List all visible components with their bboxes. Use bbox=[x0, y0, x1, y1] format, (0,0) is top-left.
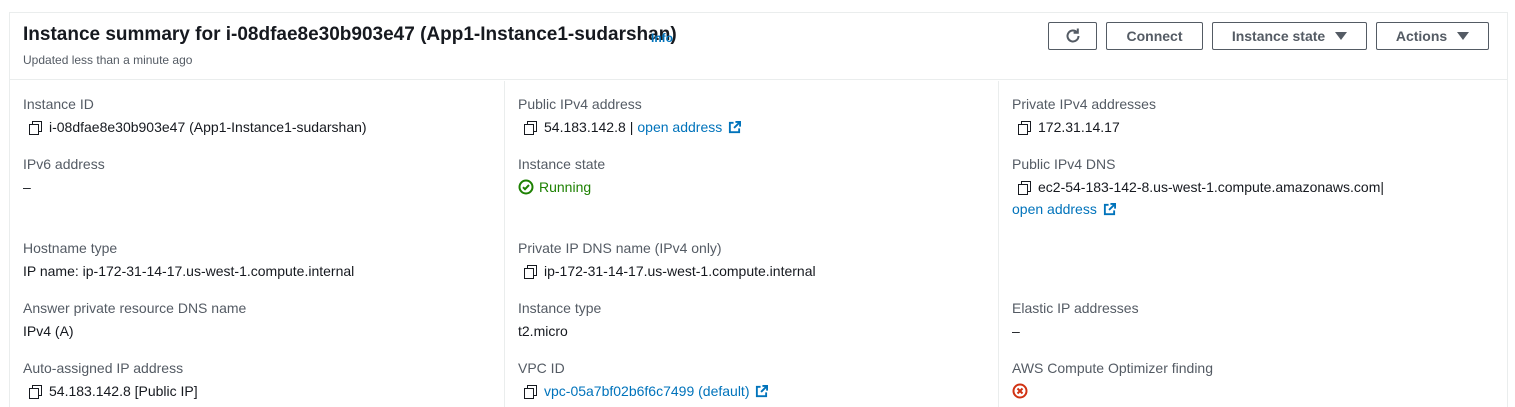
separator: | bbox=[629, 119, 634, 135]
connect-button[interactable]: Connect bbox=[1106, 22, 1203, 50]
external-link-icon[interactable] bbox=[1103, 202, 1116, 216]
instance-state-label: Instance state bbox=[1231, 28, 1326, 44]
field-label: Public IPv4 address bbox=[518, 96, 642, 112]
field-value: – bbox=[23, 179, 31, 195]
check-circle-icon bbox=[518, 179, 534, 195]
field-value: 172.31.14.17 bbox=[1038, 119, 1120, 135]
field-label: Answer private resource DNS name bbox=[23, 300, 247, 316]
details-column-1: Instance ID i-08dfae8e30b903e47 (App1-In… bbox=[10, 81, 504, 407]
vpc-link[interactable]: vpc-05a7bf02b6f6c7499 (default) bbox=[544, 383, 749, 399]
field-auto-ip: Auto-assigned IP address 54.183.142.8 [P… bbox=[23, 360, 198, 399]
details-column-2: Public IPv4 address 54.183.142.8 | open … bbox=[504, 81, 998, 407]
field-label: Auto-assigned IP address bbox=[23, 360, 184, 376]
refresh-icon bbox=[1066, 28, 1079, 43]
copy-icon[interactable] bbox=[524, 120, 537, 135]
field-public-ipv4: Public IPv4 address 54.183.142.8 | open … bbox=[518, 96, 742, 135]
field-value: i-08dfae8e30b903e47 (App1-Instance1-suda… bbox=[49, 119, 367, 135]
open-address-link[interactable]: open address bbox=[637, 119, 722, 135]
field-value: IP name: ip-172-31-14-17.us-west-1.compu… bbox=[23, 263, 355, 279]
field-hostname-type: Hostname type IP name: ip-172-31-14-17.u… bbox=[23, 240, 354, 279]
field-value: IPv4 (A) bbox=[23, 323, 74, 339]
refresh-button[interactable] bbox=[1048, 22, 1097, 50]
field-value: ip-172-31-14-17.us-west-1.compute.intern… bbox=[544, 263, 816, 279]
field-private-ipv4: Private IPv4 addresses 172.31.14.17 bbox=[1012, 96, 1156, 135]
last-updated-text: Updated less than a minute ago bbox=[23, 53, 193, 67]
page-title: Instance summary for i-08dfae8e30b903e47… bbox=[23, 24, 677, 45]
field-instance-state: Instance state Running bbox=[518, 156, 605, 195]
copy-icon[interactable] bbox=[524, 264, 537, 279]
details-column-3: Private IPv4 addresses 172.31.14.17 Publ… bbox=[998, 81, 1509, 407]
field-instance-type: Instance type t2.micro bbox=[518, 300, 601, 339]
copy-icon[interactable] bbox=[29, 120, 42, 135]
copy-icon[interactable] bbox=[1018, 120, 1031, 135]
field-value: – bbox=[1012, 323, 1020, 339]
open-address-link[interactable]: open address bbox=[1012, 201, 1097, 217]
external-link-icon[interactable] bbox=[728, 120, 742, 134]
field-label: Instance state bbox=[518, 156, 606, 172]
field-answer-dns: Answer private resource DNS name IPv4 (A… bbox=[23, 300, 246, 339]
external-link-icon[interactable] bbox=[755, 384, 769, 398]
actions-dropdown[interactable]: Actions bbox=[1376, 22, 1489, 50]
field-value: 54.183.142.8 bbox=[544, 119, 626, 135]
field-label: Elastic IP addresses bbox=[1012, 300, 1139, 316]
field-label: VPC ID bbox=[518, 360, 565, 376]
field-private-dns: Private IP DNS name (IPv4 only) ip-172-3… bbox=[518, 240, 816, 279]
panel-header: Instance summary for i-08dfae8e30b903e47… bbox=[10, 13, 1507, 80]
field-label: Instance type bbox=[518, 300, 602, 316]
field-public-dns: Public IPv4 DNS ec2-54-183-142-8.us-west… bbox=[1012, 156, 1384, 217]
field-label: Private IPv4 addresses bbox=[1012, 96, 1156, 112]
copy-icon[interactable] bbox=[29, 384, 42, 399]
separator: | bbox=[1380, 179, 1385, 195]
caret-down-icon bbox=[1335, 32, 1348, 40]
field-label: Hostname type bbox=[23, 240, 118, 256]
field-value: 54.183.142.8 [Public IP] bbox=[49, 383, 198, 399]
error-circle-icon bbox=[1012, 383, 1028, 399]
instance-state-dropdown[interactable]: Instance state bbox=[1212, 22, 1367, 50]
field-instance-id: Instance ID i-08dfae8e30b903e47 (App1-In… bbox=[23, 96, 367, 135]
field-elastic-ip: Elastic IP addresses – bbox=[1012, 300, 1139, 339]
actions-label: Actions bbox=[1395, 28, 1448, 44]
field-value: ec2-54-183-142-8.us-west-1.compute.amazo… bbox=[1038, 179, 1381, 195]
caret-down-icon bbox=[1457, 32, 1470, 40]
instance-summary-panel: Instance summary for i-08dfae8e30b903e47… bbox=[9, 12, 1508, 407]
field-compute-optimizer: AWS Compute Optimizer finding bbox=[1012, 360, 1213, 399]
field-label: Public IPv4 DNS bbox=[1012, 156, 1116, 172]
connect-button-label: Connect bbox=[1126, 28, 1183, 44]
info-link[interactable]: Info bbox=[651, 31, 673, 45]
field-label: Instance ID bbox=[23, 96, 94, 112]
status-running: Running bbox=[539, 179, 592, 195]
field-label: AWS Compute Optimizer finding bbox=[1012, 360, 1213, 376]
field-label: IPv6 address bbox=[23, 156, 105, 172]
field-vpc-id: VPC ID vpc-05a7bf02b6f6c7499 (default) bbox=[518, 360, 769, 399]
field-value: t2.micro bbox=[518, 323, 568, 339]
copy-icon[interactable] bbox=[1018, 180, 1031, 195]
field-ipv6: IPv6 address – bbox=[23, 156, 105, 195]
field-label: Private IP DNS name (IPv4 only) bbox=[518, 240, 722, 256]
copy-icon[interactable] bbox=[524, 384, 537, 399]
